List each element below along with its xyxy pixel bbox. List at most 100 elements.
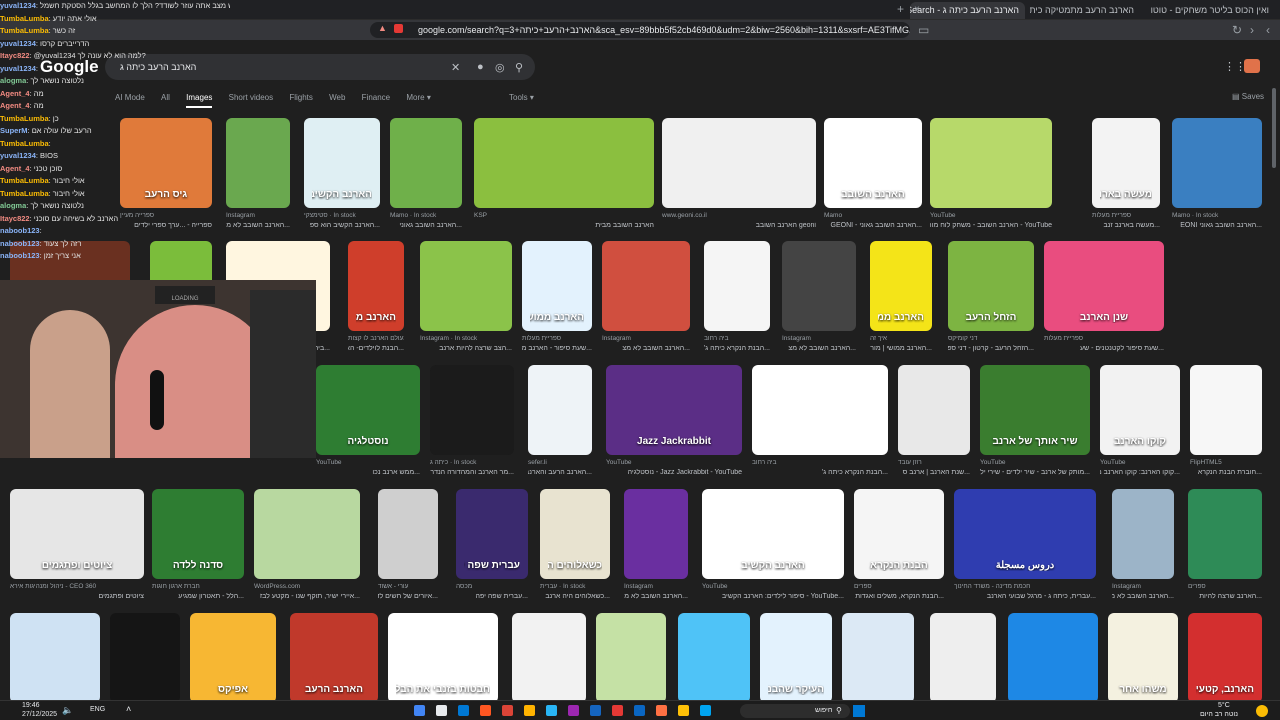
result-source[interactable]: Instagram · In stock — [420, 335, 512, 342]
image-result[interactable] — [390, 118, 462, 208]
result-caption[interactable]: ...הבנת הנקרא כיתה ג' — [752, 469, 888, 476]
result-source[interactable]: ספריית מעלות — [1044, 335, 1164, 342]
filter-more[interactable]: More ▾ — [406, 93, 430, 102]
result-source[interactable]: sefer.li — [528, 459, 592, 466]
image-result[interactable]: נוסטלגיה — [316, 365, 420, 455]
result-caption[interactable]: ...שנת הארנב | ארנב ס — [898, 469, 970, 476]
result-source[interactable]: מכסה — [456, 583, 528, 590]
result-caption[interactable]: ...מותק של ארנב - שיר ילדים - שירי ילדים… — [980, 469, 1090, 476]
image-result[interactable]: הארנב הקשיב — [702, 489, 844, 579]
taskbar-app-icon[interactable] — [546, 705, 557, 716]
new-tab-icon[interactable]: + — [897, 2, 904, 16]
filter-short-videos[interactable]: Short videos — [229, 93, 273, 102]
result-caption[interactable]: ...עברית שפה יפה — [456, 593, 528, 600]
result-source[interactable]: Mamo · In stock — [1172, 212, 1262, 219]
result-source[interactable]: סטימצקי · In stock — [304, 212, 380, 219]
image-result[interactable]: כשאלוהים היה ארנב — [540, 489, 610, 579]
image-result[interactable]: העיקר שהבנו — [760, 613, 832, 700]
taskbar-app-icon[interactable] — [678, 705, 689, 716]
result-source[interactable]: כיתה ג · In stock — [430, 459, 514, 466]
image-result[interactable]: משהו אחר — [1108, 613, 1178, 700]
taskbar-app-icon[interactable] — [612, 705, 623, 716]
image-result[interactable] — [430, 365, 514, 455]
filter-finance[interactable]: Finance — [362, 93, 390, 102]
result-source[interactable]: YouTube — [702, 583, 844, 590]
image-result[interactable] — [512, 613, 586, 700]
result-source[interactable]: ניהול ומנהיגות אירא - CEO 360 — [10, 583, 144, 590]
image-result[interactable] — [602, 241, 690, 331]
result-caption[interactable]: ...מר הארנב והמהדורה הנדרית — [430, 469, 514, 476]
result-source[interactable]: ביה רחוב — [704, 335, 770, 342]
image-result[interactable] — [752, 365, 888, 455]
result-caption[interactable]: geoni הארנב השובב — [662, 222, 816, 229]
result-source[interactable]: WordPress.com — [254, 583, 360, 590]
result-source[interactable]: ספרים — [854, 583, 944, 590]
result-caption[interactable]: ...עברית, כיתה ג - מרגל שבועי הארנב — [954, 593, 1096, 600]
result-caption[interactable]: ...הארנב ממושי | מורשל מש — [870, 345, 932, 352]
result-caption[interactable]: ...הארנב הרעב והארנב — [528, 469, 592, 476]
filter-web[interactable]: Web — [329, 93, 345, 102]
image-result[interactable] — [662, 118, 816, 208]
image-result[interactable] — [1172, 118, 1262, 208]
image-result[interactable] — [596, 613, 666, 700]
url-field[interactable]: ▲ google.com/search?q=3+הארנב+הרעב+כיתה&… — [370, 22, 910, 38]
result-caption[interactable]: ...ממש ארנב נכו — [316, 469, 420, 476]
image-result[interactable] — [474, 118, 654, 208]
result-caption[interactable]: ...הארנב השובב גאוני EONI — [1172, 222, 1262, 229]
result-source[interactable]: Instagram — [602, 335, 690, 342]
apps-grid-icon[interactable]: ⋮⋮ — [1224, 60, 1246, 73]
taskbar-app-icon[interactable] — [656, 705, 667, 716]
search-icon[interactable]: ⚲ — [515, 61, 523, 74]
result-source[interactable]: איך זה — [870, 335, 932, 342]
result-source[interactable]: Instagram — [782, 335, 856, 342]
image-result[interactable]: שיר אותך של ארנב — [980, 365, 1090, 455]
tools-button[interactable]: Tools ▾ — [509, 93, 534, 102]
result-source[interactable]: חכמת מדינה - משרד החינוך — [954, 583, 1096, 590]
result-source[interactable]: מוצב מעולם הארנב לו קצות — [348, 335, 404, 342]
chevron-up-icon[interactable]: ˄ — [126, 704, 131, 714]
result-caption[interactable]: ...הבנת לוילדים- הארנב לו — [348, 345, 404, 352]
result-source[interactable]: Mamo · In stock — [390, 212, 462, 219]
taskbar-app-icon[interactable] — [634, 705, 645, 716]
mic-icon[interactable]: ● — [477, 61, 484, 73]
image-result[interactable] — [842, 613, 914, 700]
tab-1[interactable]: הארנב הרעב מתמטיקה כיתה ג לימוד — [1030, 2, 1140, 19]
result-caption[interactable]: ...הארנב השובב לא מצ — [624, 593, 688, 600]
image-result[interactable] — [1190, 365, 1262, 455]
image-result[interactable] — [110, 613, 180, 700]
taskbar-app-icon[interactable] — [568, 705, 579, 716]
image-result[interactable] — [378, 489, 438, 579]
language-indicator[interactable]: ENG — [90, 706, 105, 713]
image-result[interactable] — [1008, 613, 1098, 700]
reload-icon[interactable]: ↻ — [1232, 23, 1242, 37]
taskbar-app-icon[interactable] — [700, 705, 711, 716]
image-result[interactable]: סדנה ללדה — [152, 489, 244, 579]
image-result[interactable] — [528, 365, 592, 455]
scrollbar[interactable] — [1272, 88, 1276, 168]
result-caption[interactable]: Jazz Jackrabbit - YouTube - נוסטלגיה — [606, 469, 742, 476]
result-caption[interactable]: ...איירי ישיר, תוקף שנו - מקטע לבז — [254, 593, 360, 600]
image-result[interactable]: הארנב הרעב — [290, 613, 378, 700]
taskbar-app-icon[interactable] — [590, 705, 601, 716]
result-source[interactable]: ביה רחוב — [752, 459, 888, 466]
back-icon[interactable]: › — [1250, 23, 1254, 37]
result-caption[interactable]: ...הארנב השובב לא מצ — [1112, 593, 1174, 600]
result-caption[interactable]: ...הבנת הנקרא כיתה ג' — [704, 345, 770, 352]
image-result[interactable] — [898, 365, 970, 455]
image-result[interactable]: קוקו הארנב — [1100, 365, 1180, 455]
result-caption[interactable]: ציוטים ופתגמים — [10, 593, 144, 600]
result-source[interactable]: YouTube — [606, 459, 742, 466]
taskbar-app-icon[interactable] — [524, 705, 535, 716]
result-source[interactable]: רוזן עובד — [898, 459, 970, 466]
image-result[interactable]: הארנב ממושי — [522, 241, 592, 331]
close-icon[interactable]: × — [914, 4, 920, 15]
image-result[interactable]: הארנב הקשיב — [304, 118, 380, 208]
result-caption[interactable]: ...חוברת הבנת הנקרא — [1190, 469, 1262, 476]
weather-temp[interactable]: 5°C — [1218, 702, 1230, 709]
result-source[interactable]: YouTube — [1100, 459, 1180, 466]
result-caption[interactable]: ...איורים של חשים לדבר — [378, 593, 438, 600]
result-source[interactable]: KSP — [474, 212, 654, 219]
image-result[interactable] — [930, 118, 1052, 208]
result-caption[interactable]: ...הזחל הרעב - קרטון - דני ספרים — [948, 345, 1034, 352]
result-caption[interactable]: ...YouTube - סיפור לילדים: הארנב הקשיב — [702, 593, 844, 600]
